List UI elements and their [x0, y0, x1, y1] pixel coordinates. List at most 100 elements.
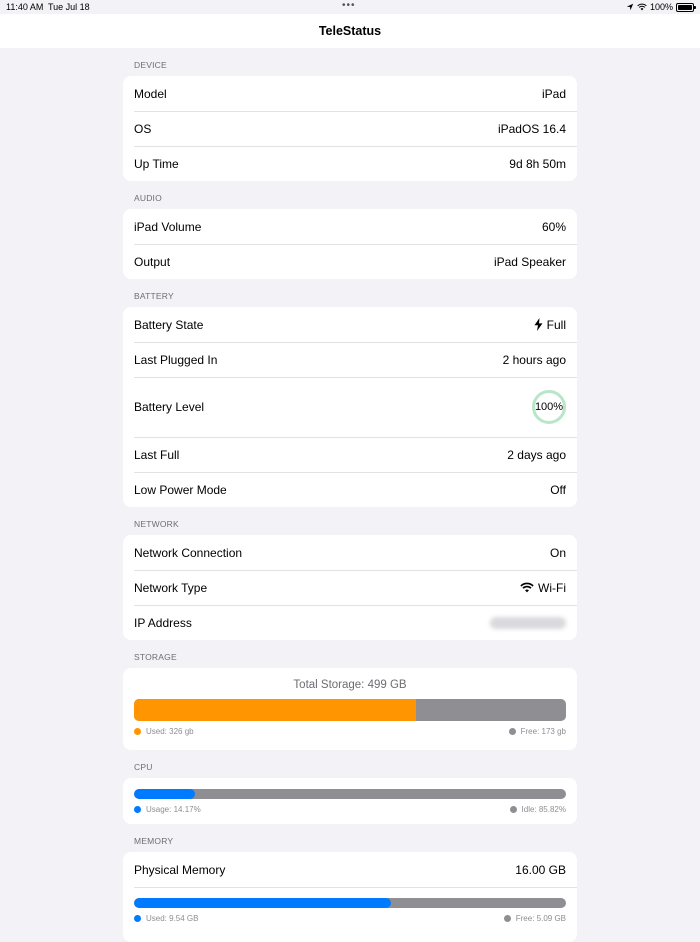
row-label: Up Time	[134, 156, 179, 171]
battery-level-ring: 100%	[532, 390, 566, 424]
section-header-battery: BATTERY	[134, 291, 174, 301]
row-low-power: Low Power Mode Off	[123, 472, 577, 507]
row-value: Wi-Fi	[520, 581, 566, 595]
legend-idle: Idle: 85.82%	[509, 805, 566, 814]
device-card: Model iPad OS iPadOS 16.4 Up Time 9d 8h …	[123, 76, 577, 181]
section-header-network: NETWORK	[134, 519, 179, 529]
cpu-usage-fill	[134, 789, 196, 799]
free-dot-icon	[503, 915, 511, 922]
row-value: 60%	[541, 219, 566, 234]
ip-address-redacted	[490, 616, 566, 629]
row-value: Full	[534, 318, 566, 332]
row-network-connection: Network Connection On	[123, 535, 577, 570]
storage-used-text: Used: 326 gb	[146, 727, 194, 736]
row-model: Model iPad	[123, 76, 577, 111]
status-time: 11:40 AM	[6, 2, 44, 12]
storage-card: Total Storage: 499 GB Used: 326 gb Free:…	[123, 668, 577, 750]
row-label: OS	[134, 121, 152, 136]
row-last-plugged: Last Plugged In 2 hours ago	[123, 342, 577, 377]
page-title: TeleStatus	[318, 24, 382, 38]
free-dot-icon	[508, 728, 516, 735]
row-os: OS iPadOS 16.4	[123, 111, 577, 146]
row-label: Battery Level	[134, 400, 205, 414]
row-value: iPad	[541, 86, 566, 101]
battery-card: Battery State Full Last Plugged In 2 hou…	[123, 307, 577, 507]
legend-usage: Usage: 14.17%	[134, 805, 201, 814]
row-battery-state: Battery State Full	[123, 307, 577, 342]
row-label: Physical Memory	[134, 862, 226, 877]
cpu-card: Usage: 14.17% Idle: 85.82%	[123, 778, 577, 824]
row-value: On	[549, 545, 566, 560]
row-value: iPadOS 16.4	[497, 121, 566, 136]
row-ip-address: IP Address	[123, 605, 577, 640]
row-value: Off	[550, 482, 566, 497]
status-indicators: 100%	[626, 2, 696, 12]
cpu-bar	[134, 789, 566, 799]
network-type-text: Wi-Fi	[538, 580, 566, 595]
row-battery-level: Battery Level 100%	[123, 377, 577, 437]
status-date: Tue Jul 18	[48, 2, 90, 12]
memory-used-fill	[134, 898, 392, 908]
section-header-device: DEVICE	[134, 60, 167, 70]
usage-dot-icon	[134, 806, 141, 813]
row-label: Network Connection	[134, 545, 243, 560]
legend-used: Used: 326 gb	[134, 727, 194, 736]
storage-legend: Used: 326 gb Free: 173 gb	[123, 727, 577, 736]
row-value: 2 hours ago	[502, 352, 566, 367]
section-header-cpu: CPU	[134, 762, 153, 772]
row-label: Last Full	[134, 447, 180, 462]
used-dot-icon	[134, 728, 141, 735]
battery-level-text: 100%	[534, 401, 564, 413]
row-value: iPad Speaker	[493, 254, 566, 269]
row-label: iPad Volume	[134, 219, 202, 234]
wifi-icon	[520, 582, 534, 593]
row-value: 9d 8h 50m	[509, 156, 566, 171]
row-label: Last Plugged In	[134, 352, 218, 367]
cpu-idle-text: Idle: 85.82%	[521, 805, 566, 814]
row-label: Battery State	[134, 317, 204, 332]
status-list: DEVICE Model iPad OS iPadOS 16.4 Up Time…	[123, 48, 577, 942]
row-value: 2 days ago	[507, 447, 566, 462]
legend-used: Used: 9.54 GB	[134, 914, 198, 923]
storage-free-text: Free: 173 gb	[520, 727, 566, 736]
cpu-legend: Usage: 14.17% Idle: 85.82%	[123, 805, 577, 814]
storage-used-fill	[134, 699, 417, 721]
row-value: 16.00 GB	[515, 862, 566, 877]
section-header-memory: MEMORY	[134, 836, 174, 846]
bolt-icon	[534, 318, 543, 331]
wifi-status-icon	[637, 3, 647, 11]
row-label: IP Address	[134, 615, 192, 630]
row-label: Low Power Mode	[134, 482, 227, 497]
legend-free: Free: 5.09 GB	[503, 914, 566, 923]
battery-state-text: Full	[546, 317, 566, 332]
multitasking-dots-icon[interactable]: •••	[342, 0, 356, 11]
idle-dot-icon	[509, 806, 517, 813]
status-bar: 11:40 AM Tue Jul 18 ••• 100%	[0, 0, 700, 14]
legend-free: Free: 173 gb	[508, 727, 566, 736]
row-output: Output iPad Speaker	[123, 244, 577, 279]
navigation-bar: TeleStatus	[0, 14, 700, 48]
row-network-type: Network Type Wi-Fi	[123, 570, 577, 605]
row-label: Network Type	[134, 580, 208, 595]
audio-card: iPad Volume 60% Output iPad Speaker	[123, 209, 577, 279]
section-header-audio: AUDIO	[134, 193, 162, 203]
battery-percent: 100%	[649, 2, 673, 12]
memory-legend: Used: 9.54 GB Free: 5.09 GB	[123, 914, 577, 923]
divider	[134, 887, 577, 888]
memory-bar	[134, 898, 566, 908]
used-dot-icon	[134, 915, 141, 922]
location-arrow-icon	[626, 3, 634, 11]
row-physical-memory: Physical Memory 16.00 GB	[123, 852, 577, 887]
memory-used-text: Used: 9.54 GB	[146, 914, 199, 923]
storage-bar	[134, 699, 566, 721]
row-uptime: Up Time 9d 8h 50m	[123, 146, 577, 181]
battery-status-icon	[676, 2, 696, 12]
memory-free-text: Free: 5.09 GB	[515, 914, 566, 923]
row-label: Model	[134, 86, 167, 101]
section-header-storage: STORAGE	[134, 652, 177, 662]
storage-total: Total Storage: 499 GB	[293, 679, 407, 691]
row-last-full: Last Full 2 days ago	[123, 437, 577, 472]
cpu-usage-text: Usage: 14.17%	[146, 805, 201, 814]
row-volume: iPad Volume 60%	[123, 209, 577, 244]
memory-card: Physical Memory 16.00 GB Used: 9.54 GB F…	[123, 852, 577, 942]
